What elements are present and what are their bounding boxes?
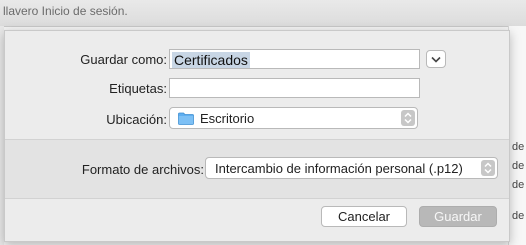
background-snippet: de [512,141,525,153]
save-sheet: Guardar como: Certificados Etiquetas: Ub… [4,30,510,242]
tags-label: Etiquetas: [109,81,167,96]
format-popup[interactable]: Intercambio de información personal (.p1… [205,157,498,179]
cancel-button[interactable]: Cancelar [321,206,407,227]
background-title-text: llavero Inicio de sesión. [3,4,128,18]
up-down-arrows-icon [481,160,495,176]
tags-input[interactable] [170,79,427,97]
background-snippet: de [512,160,525,172]
up-down-arrows-icon [401,110,415,126]
format-accessory-panel: Formato de archivos: Intercambio de info… [5,139,509,199]
sheet-main-area: Guardar como: Certificados Etiquetas: Ub… [5,31,509,139]
chevron-down-icon [431,56,441,63]
format-label: Formato de archivos: [81,162,204,177]
save-as-value[interactable]: Certificados [172,52,250,68]
location-value: Escritorio [200,111,255,126]
location-popup[interactable]: Escritorio [169,107,418,129]
save-as-label: Guardar como: [80,52,167,67]
expand-button[interactable] [426,50,446,68]
tags-field[interactable] [169,78,427,98]
background-titlebar: llavero Inicio de sesión. [0,0,526,27]
save-as-field[interactable]: Certificados [169,49,420,69]
background-snippet: de [512,179,525,191]
format-value: Intercambio de información personal (.p1… [215,161,463,176]
location-label: Ubicación: [106,112,167,127]
folder-icon [178,112,194,125]
save-button[interactable]: Guardar [419,206,497,227]
background-snippet: de [512,210,525,222]
